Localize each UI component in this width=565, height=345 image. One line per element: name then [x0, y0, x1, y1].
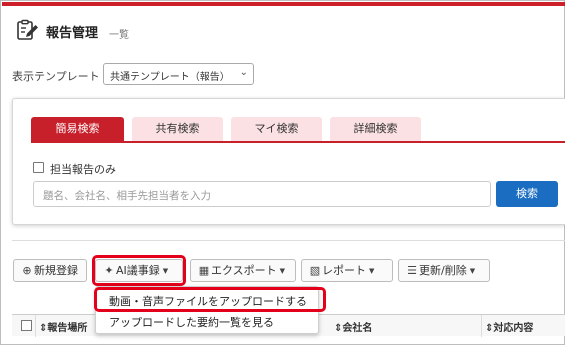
- excel-file-icon: ▦: [198, 264, 210, 277]
- tab-detail-search[interactable]: 詳細検索: [330, 117, 421, 142]
- page-title: 報告管理: [46, 26, 99, 41]
- tab-my-search[interactable]: マイ検索: [231, 117, 322, 142]
- select-all-checkbox[interactable]: [21, 320, 32, 331]
- plus-circle-icon: ⊕: [22, 264, 32, 277]
- bar-chart-icon: ▧: [309, 264, 321, 277]
- ai-button-highlight: [92, 255, 186, 286]
- template-select-value: 共通テンプレート（報告）: [110, 72, 230, 83]
- page-subtitle: 一覧: [109, 30, 129, 41]
- report-edit-icon: [17, 19, 38, 40]
- export-button[interactable]: ▦ エクスポート ▼: [190, 259, 296, 282]
- template-label: 表示テンプレート: [12, 70, 100, 83]
- column-header-location[interactable]: ⇕報告場所: [39, 319, 87, 334]
- section-divider: [12, 240, 565, 241]
- tab-underline: [31, 141, 565, 143]
- column-separator: [35, 315, 36, 337]
- report-button[interactable]: ▧ レポート ▼: [301, 259, 393, 282]
- menu-item-summary-list[interactable]: アップロードした要約一覧を見る: [109, 314, 274, 330]
- only-mine-label: 担当報告のみ: [50, 163, 116, 176]
- list-icon: ☰: [407, 264, 417, 277]
- new-button-label: 新規登録: [34, 264, 78, 277]
- column-header-action[interactable]: ⇕対応内容: [485, 319, 533, 334]
- update-delete-label: 更新/削除: [419, 264, 467, 277]
- chevron-down-icon: ⌄: [239, 67, 248, 78]
- tab-shared-search[interactable]: 共有検索: [132, 117, 223, 142]
- only-mine-checkbox[interactable]: [33, 162, 44, 173]
- accent-topline: [2, 2, 565, 6]
- upload-item-highlight: [94, 287, 326, 312]
- template-select[interactable]: 共通テンプレート（報告） ⌄: [103, 63, 254, 85]
- update-delete-button[interactable]: ☰ 更新/削除 ▼: [398, 259, 490, 282]
- report-label: レポート: [322, 264, 366, 277]
- tab-simple-search[interactable]: 簡易検索: [31, 117, 124, 142]
- caret-down-icon: ▼: [469, 267, 476, 275]
- caret-down-icon: ▼: [369, 267, 375, 275]
- column-header-company[interactable]: ⇕会社名: [334, 319, 372, 334]
- column-separator: [481, 315, 482, 337]
- search-button[interactable]: 検索: [496, 181, 558, 207]
- new-button[interactable]: ⊕ 新規登録: [13, 259, 87, 282]
- search-placeholder: 題名、会社名、相手先担当者を入力: [43, 190, 211, 202]
- search-panel: 簡易検索 共有検索 マイ検索 詳細検索 担当報告のみ 題名、会社名、相手先担当者…: [12, 98, 565, 225]
- caret-down-icon: ▼: [279, 267, 286, 275]
- search-input[interactable]: 題名、会社名、相手先担当者を入力: [33, 181, 491, 207]
- export-label: エクスポート: [211, 264, 277, 277]
